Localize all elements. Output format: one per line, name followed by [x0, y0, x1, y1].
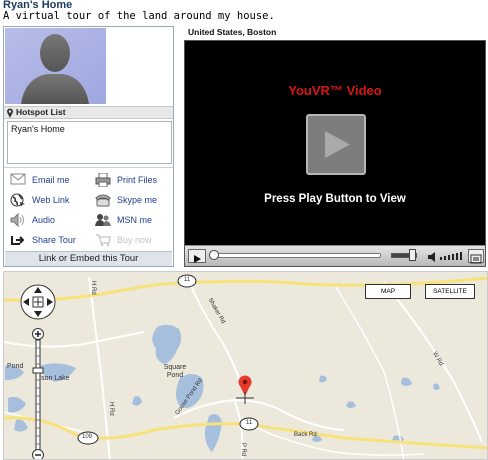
video-player: YouVR™ Video Press Play Button to View [184, 40, 486, 267]
route-11-label-top: 11 [184, 277, 191, 283]
map-canvas [4, 274, 487, 459]
pan-arrows-icon [20, 284, 56, 320]
map-view-button[interactable]: MAP [365, 284, 411, 299]
speaker-icon [10, 212, 26, 228]
square-pond-label: Square Pond [163, 364, 187, 379]
audio-label: Audio [32, 215, 56, 225]
map-view[interactable]: 11 11 109 H Rd H Rd Shaker Rd W Rd Squar… [3, 271, 488, 460]
fullscreen-button[interactable] [468, 249, 484, 264]
email-label: Email me [32, 175, 70, 185]
share-arrow-icon [10, 233, 26, 247]
h-rd-label-bottom: H Rd [108, 402, 114, 416]
phone-icon [95, 193, 111, 207]
cart-icon [95, 233, 111, 247]
seek-handle[interactable] [209, 250, 219, 260]
volume-handle[interactable] [409, 249, 416, 261]
skype-link[interactable]: Skype me [95, 193, 157, 207]
skype-label: Skype me [117, 195, 158, 205]
map-zoom-slider[interactable] [32, 328, 44, 459]
volume-icon [428, 252, 462, 262]
users-icon [95, 213, 111, 227]
video-controls [185, 245, 485, 266]
hotspot-list[interactable]: Ryan's Home [7, 121, 172, 164]
buy-now-link: Buy now [95, 233, 152, 247]
seek-bar[interactable] [211, 253, 381, 258]
map-pan-control[interactable] [20, 284, 56, 320]
embed-tour-button[interactable]: Link or Embed this Tour [5, 251, 172, 266]
msn-label: MSN me [117, 215, 153, 225]
zoom-bar-icon [32, 328, 44, 459]
photo-placeholder [106, 28, 173, 104]
pond-label: Pond [7, 363, 24, 370]
tour-sidebar: Hotspot List Ryan's Home Email me Print … [3, 26, 174, 267]
satellite-view-button[interactable]: SATELLITE [425, 284, 475, 299]
hotspot-list-header: Hotspot List [4, 106, 173, 119]
route-11-label-bottom: 11 [246, 420, 253, 426]
p-rd-label: P Rd [240, 443, 246, 457]
video-title: YouVR™ Video [288, 83, 382, 98]
share-label: Share Tour [32, 235, 76, 245]
hotspot-list-title: Hotspot List [16, 107, 66, 117]
print-label: Print Files [117, 175, 158, 185]
buy-label: Buy now [117, 235, 152, 245]
pin-icon [6, 108, 14, 121]
weblink-label: Web Link [32, 195, 70, 205]
fullscreen-icon [470, 254, 482, 264]
play-icon [325, 131, 350, 158]
globe-icon [10, 193, 26, 207]
mute-button[interactable] [427, 249, 465, 263]
big-play-button[interactable] [306, 114, 366, 175]
tour-description: A virtual tour of the land around my hou… [3, 10, 275, 22]
hotspot-item[interactable]: Ryan's Home [11, 124, 168, 134]
web-link[interactable]: Web Link [10, 193, 69, 207]
video-location: United States, Boston [188, 27, 277, 37]
play-button[interactable] [188, 249, 206, 263]
play-icon [194, 255, 201, 263]
envelope-icon [10, 173, 26, 187]
profile-photo [5, 28, 106, 104]
audio-link[interactable]: Audio [10, 212, 56, 228]
msn-link[interactable]: MSN me [95, 213, 152, 227]
route-109-label: 109 [82, 434, 93, 440]
print-files-link[interactable]: Print Files [95, 172, 158, 188]
h-rd-label-top: H Rd [90, 281, 96, 295]
share-tour-link[interactable]: Share Tour [10, 233, 76, 247]
email-link[interactable]: Email me [10, 173, 70, 187]
video-instruction: Press Play Button to View [264, 193, 406, 205]
share-links: Email me Print Files Web Link Skype me A… [4, 167, 173, 251]
printer-icon [95, 172, 111, 188]
back-rd-label: Back Rd [294, 432, 317, 438]
